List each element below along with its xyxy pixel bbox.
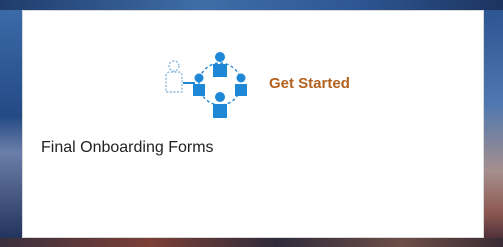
- background-right-edge: [484, 10, 503, 247]
- people-network-icon: [165, 52, 247, 118]
- background-left-edge: [0, 10, 22, 247]
- tile-title: Final Onboarding Forms: [41, 139, 214, 156]
- background-top-edge: [0, 0, 503, 10]
- get-started-link[interactable]: Get Started: [269, 75, 350, 92]
- onboarding-tile[interactable]: Get Started Final Onboarding Forms: [22, 10, 484, 238]
- background-bottom-edge: [0, 238, 503, 247]
